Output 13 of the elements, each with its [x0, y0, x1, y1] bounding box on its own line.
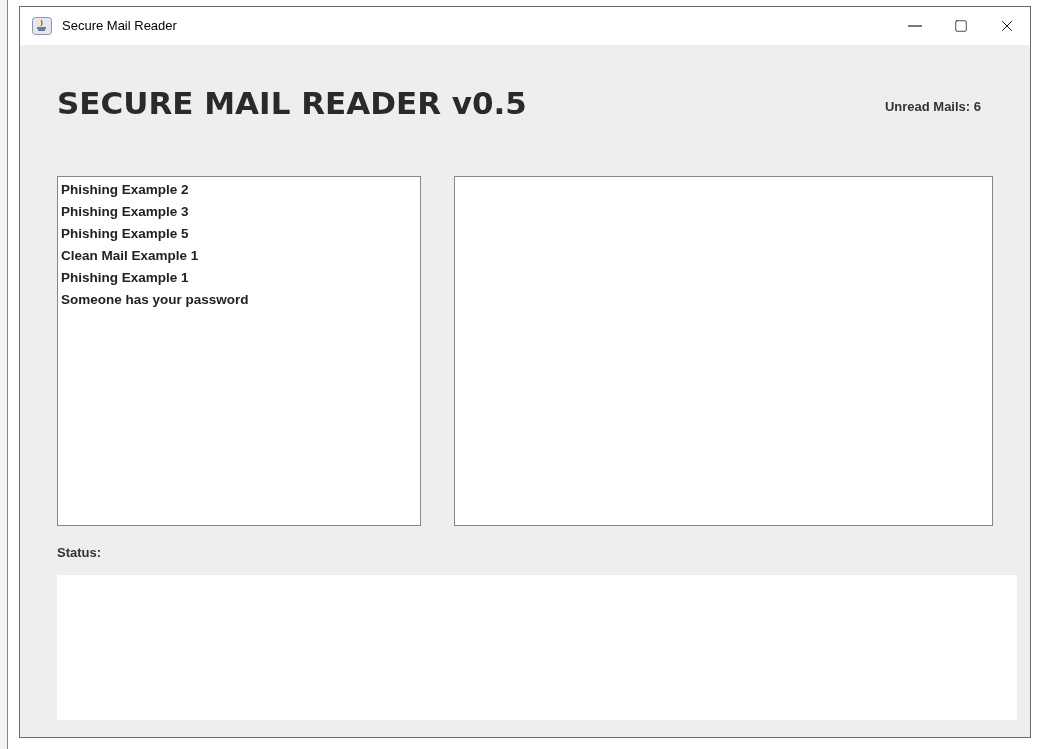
- minimize-icon: [908, 25, 922, 27]
- maximize-icon: [954, 19, 968, 33]
- mail-item[interactable]: Clean Mail Example 1: [61, 245, 417, 267]
- mail-item[interactable]: Phishing Example 5: [61, 223, 417, 245]
- app-icon: [32, 17, 52, 35]
- mail-item[interactable]: Phishing Example 2: [61, 179, 417, 201]
- mail-item[interactable]: Someone has your password: [61, 289, 417, 311]
- mail-item[interactable]: Phishing Example 3: [61, 201, 417, 223]
- app-heading: SECURE MAIL READER v0.5: [57, 88, 527, 119]
- status-label: Status:: [57, 544, 103, 562]
- unread-count: Unread Mails: 6: [884, 97, 981, 116]
- mail-item[interactable]: Phishing Example 1: [61, 267, 417, 289]
- window-title: Secure Mail Reader: [62, 17, 177, 36]
